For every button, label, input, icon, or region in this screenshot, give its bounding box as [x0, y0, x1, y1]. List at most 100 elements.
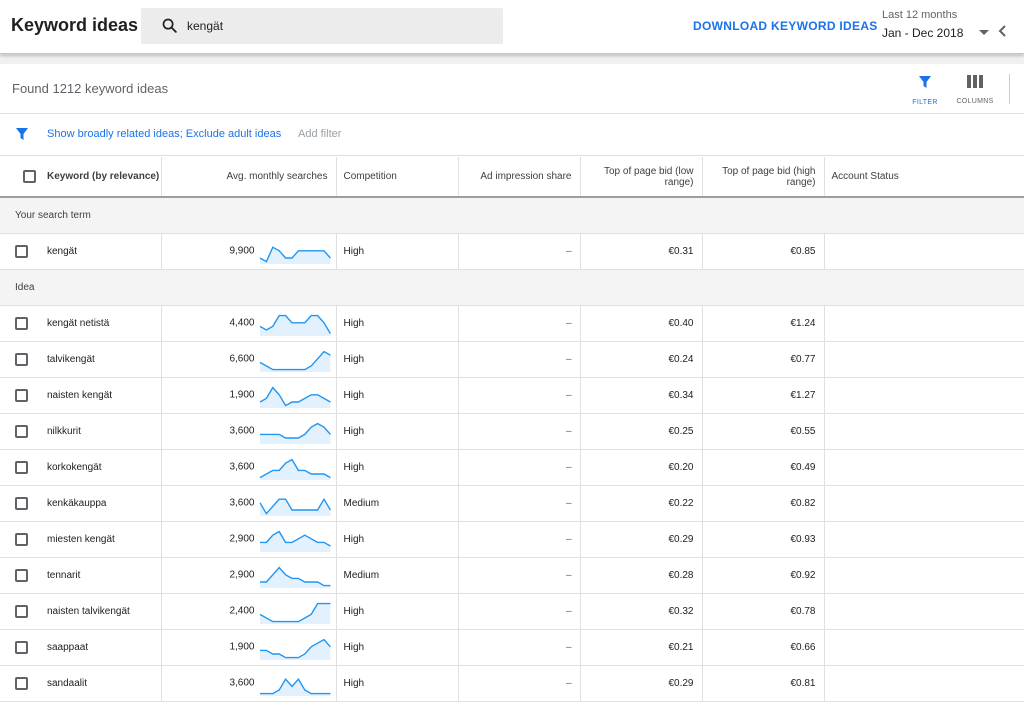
row-checkbox[interactable]	[15, 604, 28, 618]
account-status-cell	[823, 233, 1024, 270]
column-header-avg-searches[interactable]: Avg. monthly searches	[160, 157, 336, 198]
top-bar: Keyword ideas DOWNLOAD KEYWORD IDEAS Las…	[0, 0, 1024, 54]
table-row[interactable]: naisten kengät 1,900 High – €0.34 €1.27	[0, 377, 1024, 414]
account-status-cell	[823, 449, 1024, 486]
trend-sparkline	[259, 638, 331, 660]
table-row[interactable]: kengät 9,900 High – €0.31 €0.85	[0, 233, 1024, 270]
bid-high-cell: €0.82	[701, 485, 824, 522]
column-header-bid-high[interactable]: Top of page bid (high range)	[701, 157, 824, 198]
results-count: Found 1212 keyword ideas	[12, 81, 169, 96]
table-row[interactable]: sandaalit 3,600 High – €0.29 €0.81	[0, 665, 1024, 702]
row-checkbox[interactable]	[15, 244, 28, 258]
table-row[interactable]: miesten kengät 2,900 High – €0.29 €0.93	[0, 521, 1024, 558]
row-checkbox[interactable]	[15, 532, 28, 546]
chevron-left-icon[interactable]	[998, 24, 1008, 38]
trend-sparkline	[259, 245, 331, 264]
column-header-bid-low[interactable]: Top of page bid (low range)	[579, 157, 702, 198]
section-header-row: Your search term	[0, 197, 1024, 234]
ad-impression-cell: –	[457, 449, 580, 486]
bid-high-cell: €1.27	[701, 377, 824, 414]
checkbox-cell	[0, 233, 44, 270]
bid-low-cell: €0.40	[579, 305, 702, 342]
table-row[interactable]: nilkkurit 3,600 High – €0.25 €0.55	[0, 413, 1024, 450]
row-checkbox[interactable]	[15, 676, 28, 690]
avg-searches-value: 2,900	[229, 569, 255, 581]
table-row[interactable]: korkokengät 3,600 High – €0.20 €0.49	[0, 449, 1024, 486]
filter-button[interactable]: FILTER	[910, 75, 940, 106]
competition-cell: High	[335, 665, 458, 702]
active-filters-link[interactable]: Show broadly related ideas; Exclude adul…	[47, 128, 281, 140]
keyword-cell: saappaat	[44, 629, 161, 666]
row-checkbox[interactable]	[15, 424, 28, 438]
bid-low-cell: €0.22	[579, 485, 702, 522]
competition-cell: Medium	[335, 485, 458, 522]
bid-high-cell: €0.77	[701, 341, 824, 378]
filter-bar: Show broadly related ideas; Exclude adul…	[0, 114, 1024, 156]
keyword-cell: nilkkurit	[44, 413, 161, 450]
keyword-cell: naisten talvikengät	[44, 593, 161, 630]
keyword-cell: talvikengät	[44, 341, 161, 378]
checkbox-cell	[0, 413, 44, 450]
row-checkbox[interactable]	[15, 460, 28, 474]
table-row[interactable]: kengät netistä 4,400 High – €0.40 €1.24	[0, 305, 1024, 342]
section-title: Idea	[0, 269, 1024, 306]
avg-searches-value: 3,600	[229, 425, 255, 437]
table-row[interactable]: kenkäkauppa 3,600 Medium – €0.22 €0.82	[0, 485, 1024, 522]
bid-high-cell: €0.85	[701, 233, 824, 270]
competition-cell: Medium	[335, 557, 458, 594]
table-row[interactable]: naisten talvikengät 2,400 High – €0.32 €0.78	[0, 593, 1024, 630]
download-keyword-ideas-button[interactable]: DOWNLOAD KEYWORD IDEAS	[693, 19, 878, 33]
account-status-cell	[823, 341, 1024, 378]
checkbox-cell	[0, 341, 44, 378]
select-all-checkbox[interactable]	[23, 170, 36, 183]
section-title: Your search term	[0, 197, 1024, 234]
trend-sparkline	[259, 602, 330, 624]
avg-searches-value: 3,600	[229, 497, 255, 509]
columns-button[interactable]: COLUMNS	[955, 75, 995, 105]
row-checkbox[interactable]	[15, 496, 28, 510]
sparkline-area	[259, 498, 330, 516]
keyword-cell: sandaalit	[44, 665, 161, 702]
bid-low-cell: €0.28	[579, 557, 702, 594]
ad-impression-cell: –	[457, 521, 580, 558]
table-row[interactable]: talvikengät 6,600 High – €0.24 €0.77	[0, 341, 1024, 378]
chevron-down-icon[interactable]	[979, 30, 989, 35]
row-checkbox[interactable]	[15, 388, 28, 402]
results-toolbar: Found 1212 keyword ideas FILTER COLUMNS	[0, 64, 1024, 114]
row-checkbox[interactable]	[15, 568, 28, 582]
checkbox-cell	[0, 449, 44, 486]
row-checkbox[interactable]	[15, 352, 28, 366]
avg-searches-cell: 2,900	[160, 557, 336, 594]
checkbox-cell	[0, 305, 44, 342]
account-status-cell	[823, 665, 1024, 702]
column-header-keyword[interactable]: Keyword (by relevance)	[44, 157, 161, 198]
date-range-select[interactable]: Jan - Dec 2018	[882, 26, 963, 40]
ad-impression-cell: –	[457, 341, 580, 378]
avg-searches-cell: 6,600	[160, 341, 336, 378]
avg-searches-value: 6,600	[229, 353, 255, 365]
table-row[interactable]: tennarit 2,900 Medium – €0.28 €0.92	[0, 557, 1024, 594]
checkbox-cell	[0, 521, 44, 558]
table-row[interactable]: saappaat 1,900 High – €0.21 €0.66	[0, 629, 1024, 666]
keyword-cell: korkokengät	[44, 449, 161, 486]
ad-impression-cell: –	[457, 233, 580, 270]
keyword-cell: kengät netistä	[44, 305, 161, 342]
bid-high-cell: €0.55	[701, 413, 824, 450]
trend-sparkline	[259, 677, 330, 696]
columns-icon	[967, 75, 983, 88]
avg-searches-cell: 2,400	[160, 593, 336, 630]
add-filter-button[interactable]: Add filter	[298, 128, 341, 140]
avg-searches-cell: 9,900	[160, 233, 336, 270]
bid-high-cell: €0.92	[701, 557, 824, 594]
row-checkbox[interactable]	[15, 316, 28, 330]
column-header-ad-impression-share[interactable]: Ad impression share	[457, 157, 580, 198]
search-input[interactable]	[187, 16, 487, 36]
column-header-account-status[interactable]: Account Status	[823, 157, 1024, 198]
avg-searches-value: 1,900	[229, 389, 255, 401]
search-box[interactable]	[141, 8, 503, 44]
search-icon	[162, 18, 177, 33]
row-checkbox[interactable]	[15, 640, 28, 654]
avg-searches-cell: 3,600	[160, 413, 336, 450]
trend-sparkline	[258, 497, 331, 516]
column-header-competition[interactable]: Competition	[335, 157, 458, 198]
